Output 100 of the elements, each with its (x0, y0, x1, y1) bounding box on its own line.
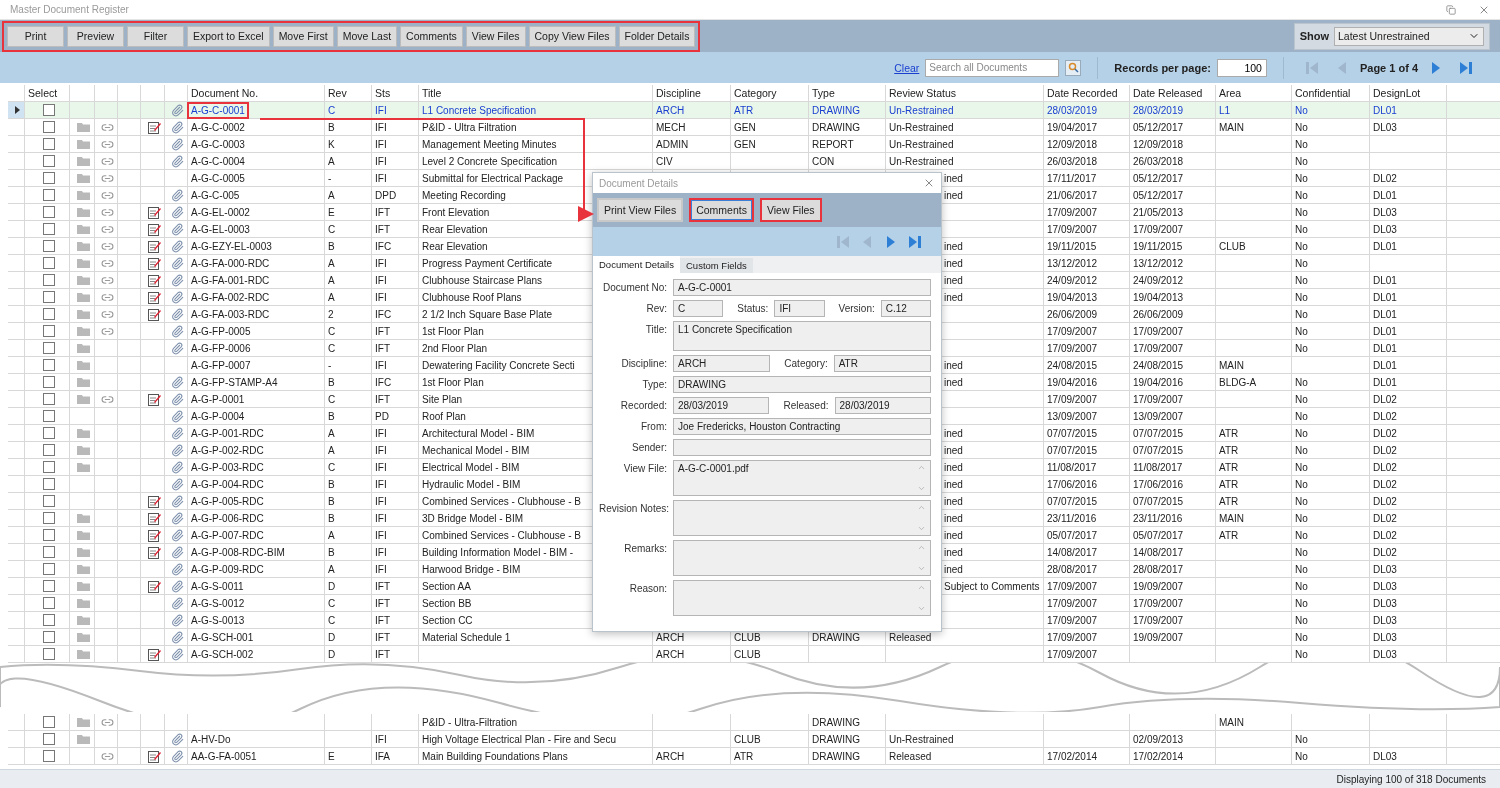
column-header[interactable]: Area (1219, 87, 1242, 99)
toolbar-button[interactable]: Export to Excel (187, 25, 270, 47)
toolbar-button[interactable]: Preview (67, 25, 124, 47)
checkbox[interactable] (42, 189, 55, 201)
toolbar-button[interactable]: Folder Details (618, 25, 696, 47)
scroll-up-icon (917, 463, 926, 472)
checkbox[interactable] (42, 206, 55, 218)
checkbox[interactable] (42, 614, 55, 626)
column-header[interactable]: Type (812, 87, 835, 99)
text-field[interactable]: DRAWING (673, 376, 931, 393)
column-header[interactable]: Select (28, 87, 58, 99)
table-row[interactable]: A-G-C-0002 B IFI P&ID - Ultra Filtration MECH GEN DRAWING Un-Restrained 19/04/2017 05/12/2017 MAIN No DL03 (8, 119, 1500, 136)
toolbar-button[interactable]: Copy View Files (528, 25, 616, 47)
close-icon[interactable] (923, 177, 935, 189)
checkbox[interactable] (42, 393, 55, 405)
tab[interactable]: Document Details (593, 256, 680, 273)
tab[interactable]: Custom Fields (680, 258, 753, 273)
checkbox[interactable] (42, 597, 55, 609)
clear-link[interactable]: Clear (894, 61, 920, 74)
restore-icon[interactable] (1446, 4, 1456, 15)
table-cell-text: No (1294, 409, 1309, 424)
table-cell-text: E (327, 749, 336, 764)
column-header[interactable]: Document No. (191, 87, 259, 99)
search-button[interactable] (1065, 59, 1082, 76)
table-row[interactable]: A-G-SCH-002 D IFT ARCH CLUB 17/09/2007 No DL03 (8, 646, 1500, 663)
table-row[interactable]: A-HV-Do IFI High Voltage Electrical Plan - Fire and Secu CLUB DRAWING Un-Restrained 02/09/2013 No (8, 731, 1500, 748)
checkbox[interactable] (42, 444, 55, 456)
table-row[interactable]: A-G-C-0003 K IFI Management Meeting Minutes ADMIN GEN REPORT Un-Restrained 12/09/2018 12/09/2018 No (8, 136, 1500, 153)
toolbar-button[interactable]: Move Last (336, 25, 398, 47)
checkbox[interactable] (42, 563, 55, 575)
checkbox[interactable] (42, 274, 55, 286)
checkbox[interactable] (42, 461, 55, 473)
table-cell-text: ined (943, 273, 964, 288)
checkbox[interactable] (42, 308, 55, 320)
column-header[interactable]: Date Released (1133, 87, 1203, 99)
table-cell-text: Meeting Recording (421, 188, 507, 203)
checkbox[interactable] (42, 376, 55, 388)
text-field[interactable]: Joe Fredericks, Houston Contracting (673, 418, 931, 435)
checkbox[interactable] (42, 512, 55, 524)
checkbox[interactable] (42, 716, 55, 728)
table-row[interactable]: P&ID - Ultra-Filtration DRAWING MAIN (8, 714, 1500, 731)
column-header[interactable]: Rev (328, 87, 347, 99)
text-field[interactable]: IFI (774, 300, 825, 317)
column-header[interactable]: Confidential (1295, 87, 1351, 99)
checkbox[interactable] (42, 138, 55, 150)
checkbox[interactable] (42, 342, 55, 354)
checkbox[interactable] (42, 291, 55, 303)
checkbox[interactable] (42, 580, 55, 592)
checkbox[interactable] (42, 121, 55, 133)
checkbox[interactable] (42, 104, 55, 116)
checkbox[interactable] (42, 733, 55, 745)
text-field[interactable]: A-G-C-0001 (673, 279, 931, 296)
table-row[interactable]: A-G-SCH-001 D IFT Material Schedule 1 ARCH CLUB DRAWING Released 17/09/2007 19/09/2007 No DL03 (8, 629, 1500, 646)
column-header[interactable]: Discipline (656, 87, 701, 99)
checkbox[interactable] (42, 546, 55, 558)
toolbar-button[interactable]: Filter (127, 25, 184, 47)
text-field[interactable]: ARCH (673, 355, 771, 372)
checkbox[interactable] (42, 478, 55, 490)
toolbar-button[interactable]: Comments (400, 25, 463, 47)
toolbar-button[interactable]: View Files (465, 25, 526, 47)
checkbox[interactable] (42, 257, 55, 269)
checkbox[interactable] (42, 172, 55, 184)
column-header[interactable]: Date Recorded (1047, 87, 1118, 99)
dialog-button[interactable]: Comments (689, 198, 754, 222)
column-header[interactable]: Review Status (889, 87, 957, 99)
column-header[interactable]: Title (422, 87, 442, 99)
text-field[interactable]: C (673, 300, 724, 317)
text-area[interactable]: A-G-C-0001.pdf (673, 460, 931, 496)
column-header[interactable]: Category (734, 87, 777, 99)
column-header[interactable]: DesignLot (1373, 87, 1421, 99)
toolbar-button[interactable]: Print (7, 25, 64, 47)
checkbox[interactable] (42, 240, 55, 252)
checkbox[interactable] (42, 410, 55, 422)
text-field[interactable]: 28/03/2019 (673, 397, 770, 414)
column-header[interactable]: Sts (375, 87, 391, 99)
search-field[interactable]: Search all Documents (925, 58, 1060, 77)
checkbox[interactable] (42, 359, 55, 371)
text-field[interactable]: 28/03/2019 (834, 397, 931, 414)
table-row[interactable]: A-G-C-0004 A IFI Level 2 Concrete Specification CIV CON Un-Restrained 26/03/2018 26/03/2018 No (8, 153, 1500, 170)
checkbox[interactable] (42, 529, 55, 541)
text-field[interactable] (673, 439, 931, 456)
checkbox[interactable] (42, 325, 55, 337)
text-field[interactable]: C.12 (880, 300, 931, 317)
table-row[interactable]: AA-G-FA-0051 E IFA Main Building Foundations Plans ARCH ATR DRAWING Released 17/02/2014 17/02/2014 No DL03 (8, 748, 1500, 765)
checkbox[interactable] (42, 750, 55, 762)
checkbox[interactable] (42, 495, 55, 507)
table-cell-text: IFI (374, 528, 388, 543)
table-row[interactable]: A-G-C-0001 C IFI L1 Concrete Specification ARCH ATR DRAWING Un-Restrained 28/03/2019 28/03/2019 L1 No DL01 (8, 102, 1500, 119)
checkbox[interactable] (42, 223, 55, 235)
text-field[interactable]: ATR (833, 355, 931, 372)
checkbox[interactable] (42, 427, 55, 439)
checkbox[interactable] (42, 648, 55, 660)
dialog-button[interactable]: View Files (759, 198, 822, 222)
text-area[interactable]: L1 Concrete Specification (673, 321, 931, 351)
checkbox[interactable] (42, 631, 55, 643)
records-per-page-field[interactable]: 100 (1216, 58, 1267, 77)
show-dropdown[interactable]: Latest Unrestrained (1334, 26, 1484, 46)
checkbox[interactable] (42, 155, 55, 167)
toolbar-button[interactable]: Move First (272, 25, 334, 47)
dialog-button[interactable]: Print View Files (597, 198, 684, 222)
